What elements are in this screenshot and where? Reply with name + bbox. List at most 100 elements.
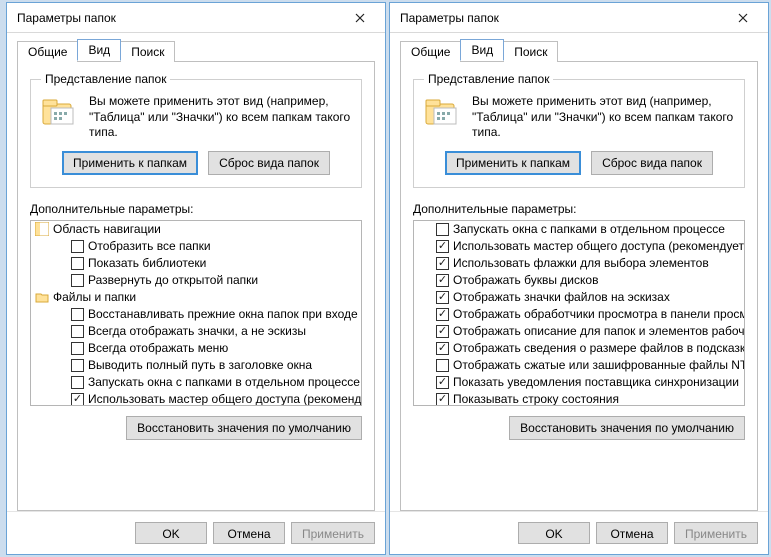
folder-views-group-title: Представление папок <box>41 72 170 86</box>
reset-folders-button[interactable]: Сброс вида папок <box>208 151 330 175</box>
cancel-button[interactable]: Отмена <box>596 522 668 544</box>
tree-checkbox-item[interactable]: Использовать флажки для выбора элементов <box>414 255 744 272</box>
tab-general[interactable]: Общие <box>400 41 461 62</box>
tree-item-label: Отображать значки файлов на эскизах <box>453 290 670 304</box>
tab-view[interactable]: Вид <box>460 39 504 61</box>
tab-page-view: Представление папок Вы можете применить … <box>400 61 758 511</box>
tab-view[interactable]: Вид <box>77 39 121 61</box>
folder-icon <box>424 94 462 132</box>
close-button[interactable] <box>339 4 381 32</box>
client-area: Общие Вид Поиск Представление папок <box>390 33 768 511</box>
close-button[interactable] <box>722 4 764 32</box>
dialog-buttons: OK Отмена Применить <box>7 511 385 554</box>
checkbox-icon[interactable] <box>436 308 449 321</box>
tree-checkbox-item[interactable]: Выводить полный путь в заголовке окна <box>31 357 361 374</box>
window-title: Параметры папок <box>400 11 722 25</box>
tree-category[interactable]: Файлы и папки <box>31 289 361 306</box>
tree-item-label: Восстанавливать прежние окна папок при в… <box>88 307 362 321</box>
tree-checkbox-item[interactable]: Запускать окна с папками в отдельном про… <box>414 221 744 238</box>
titlebar[interactable]: Параметры папок <box>390 3 768 33</box>
checkbox-icon[interactable] <box>71 393 84 406</box>
tree-category[interactable]: Область навигации <box>31 221 361 238</box>
checkbox-icon[interactable] <box>436 376 449 389</box>
advanced-settings-tree[interactable]: Запускать окна с папками в отдельном про… <box>413 220 745 406</box>
tree-checkbox-item[interactable]: Запускать окна с папками в отдельном про… <box>31 374 361 391</box>
checkbox-icon[interactable] <box>436 393 449 406</box>
folder-options-window-left: Параметры папок Общие Вид Поиск Представ… <box>6 2 386 555</box>
window-title: Параметры папок <box>17 11 339 25</box>
tree-item-label: Показывать строку состояния <box>453 392 619 406</box>
tree-checkbox-item[interactable]: Всегда отображать меню <box>31 340 361 357</box>
tree-item-label: Использовать мастер общего доступа (реко… <box>453 239 744 253</box>
tree-item-label: Запускать окна с папками в отдельном про… <box>88 375 360 389</box>
checkbox-icon[interactable] <box>71 359 84 372</box>
folder-views-content: Вы можете применить этот вид (например, … <box>41 94 351 141</box>
checkbox-icon[interactable] <box>436 240 449 253</box>
tree-item-label: Всегда отображать значки, а не эскизы <box>88 324 306 338</box>
tree-checkbox-item[interactable]: Отображать буквы дисков <box>414 272 744 289</box>
tree-item-label: Всегда отображать меню <box>88 341 228 355</box>
tab-search[interactable]: Поиск <box>120 41 175 62</box>
tree-item-label: Использовать флажки для выбора элементов <box>453 256 709 270</box>
folder-options-window-right: Параметры папок Общие Вид Поиск Представ… <box>389 2 769 555</box>
tree-checkbox-item[interactable]: Всегда отображать значки, а не эскизы <box>31 323 361 340</box>
folder-views-desc: Вы можете применить этот вид (например, … <box>89 94 351 141</box>
checkbox-icon[interactable] <box>71 240 84 253</box>
tree-item-label: Развернуть до открытой папки <box>88 273 258 287</box>
advanced-settings-tree[interactable]: Область навигации Отобразить все папки Пок… <box>30 220 362 406</box>
checkbox-icon[interactable] <box>71 257 84 270</box>
checkbox-icon[interactable] <box>436 257 449 270</box>
tree-item-label: Отображать обработчики просмотра в панел… <box>453 307 745 321</box>
tab-strip: Общие Вид Поиск <box>17 39 375 61</box>
tree-checkbox-item[interactable]: Показывать строку состояния <box>414 391 744 406</box>
checkbox-icon[interactable] <box>436 359 449 372</box>
checkbox-icon[interactable] <box>71 274 84 287</box>
apply-button[interactable]: Применить <box>291 522 375 544</box>
checkbox-icon[interactable] <box>71 308 84 321</box>
checkbox-icon[interactable] <box>71 325 84 338</box>
ok-button[interactable]: OK <box>518 522 590 544</box>
tab-page-view: Представление папок Вы можете применить … <box>17 61 375 511</box>
tree-checkbox-item[interactable]: Использовать мастер общего доступа (реко… <box>31 391 361 406</box>
tree-category-label: Файлы и папки <box>53 290 136 304</box>
tree-category-label: Область навигации <box>53 222 161 236</box>
folder-views-desc: Вы можете применить этот вид (например, … <box>472 94 734 141</box>
tree-checkbox-item[interactable]: Показать уведомления поставщика синхрони… <box>414 374 744 391</box>
tree-checkbox-item[interactable]: Отображать описание для папок и элементо… <box>414 323 744 340</box>
checkbox-icon[interactable] <box>436 274 449 287</box>
tab-strip: Общие Вид Поиск <box>400 39 758 61</box>
tree-checkbox-item[interactable]: Развернуть до открытой папки <box>31 272 361 289</box>
tree-checkbox-item[interactable]: Восстанавливать прежние окна папок при в… <box>31 306 361 323</box>
tree-item-label: Отображать описание для папок и элементо… <box>453 324 745 338</box>
tree-item-label: Отображать буквы дисков <box>453 273 598 287</box>
tree-checkbox-item[interactable]: Отображать обработчики просмотра в панел… <box>414 306 744 323</box>
apply-to-folders-button[interactable]: Применить к папкам <box>62 151 198 175</box>
ok-button[interactable]: OK <box>135 522 207 544</box>
tree-item-label: Выводить полный путь в заголовке окна <box>88 358 312 372</box>
tab-search[interactable]: Поиск <box>503 41 558 62</box>
tab-general[interactable]: Общие <box>17 41 78 62</box>
cancel-button[interactable]: Отмена <box>213 522 285 544</box>
restore-defaults-button[interactable]: Восстановить значения по умолчанию <box>509 416 745 440</box>
folder-small-icon <box>35 290 49 304</box>
checkbox-icon[interactable] <box>436 325 449 338</box>
apply-to-folders-button[interactable]: Применить к папкам <box>445 151 581 175</box>
folder-views-group-title: Представление папок <box>424 72 553 86</box>
tree-checkbox-item[interactable]: Отображать сжатые или зашифрованные файл… <box>414 357 744 374</box>
apply-button[interactable]: Применить <box>674 522 758 544</box>
tree-item-label: Использовать мастер общего доступа (реко… <box>88 392 362 406</box>
checkbox-icon[interactable] <box>71 376 84 389</box>
tree-checkbox-item[interactable]: Показать библиотеки <box>31 255 361 272</box>
checkbox-icon[interactable] <box>436 291 449 304</box>
tree-checkbox-item[interactable]: Отображать сведения о размере файлов в п… <box>414 340 744 357</box>
tree-checkbox-item[interactable]: Использовать мастер общего доступа (реко… <box>414 238 744 255</box>
checkbox-icon[interactable] <box>436 342 449 355</box>
checkbox-icon[interactable] <box>71 342 84 355</box>
tree-item-label: Отобразить все папки <box>88 239 211 253</box>
checkbox-icon[interactable] <box>436 223 449 236</box>
restore-defaults-button[interactable]: Восстановить значения по умолчанию <box>126 416 362 440</box>
tree-checkbox-item[interactable]: Отображать значки файлов на эскизах <box>414 289 744 306</box>
tree-checkbox-item[interactable]: Отобразить все папки <box>31 238 361 255</box>
reset-folders-button[interactable]: Сброс вида папок <box>591 151 713 175</box>
titlebar[interactable]: Параметры папок <box>7 3 385 33</box>
